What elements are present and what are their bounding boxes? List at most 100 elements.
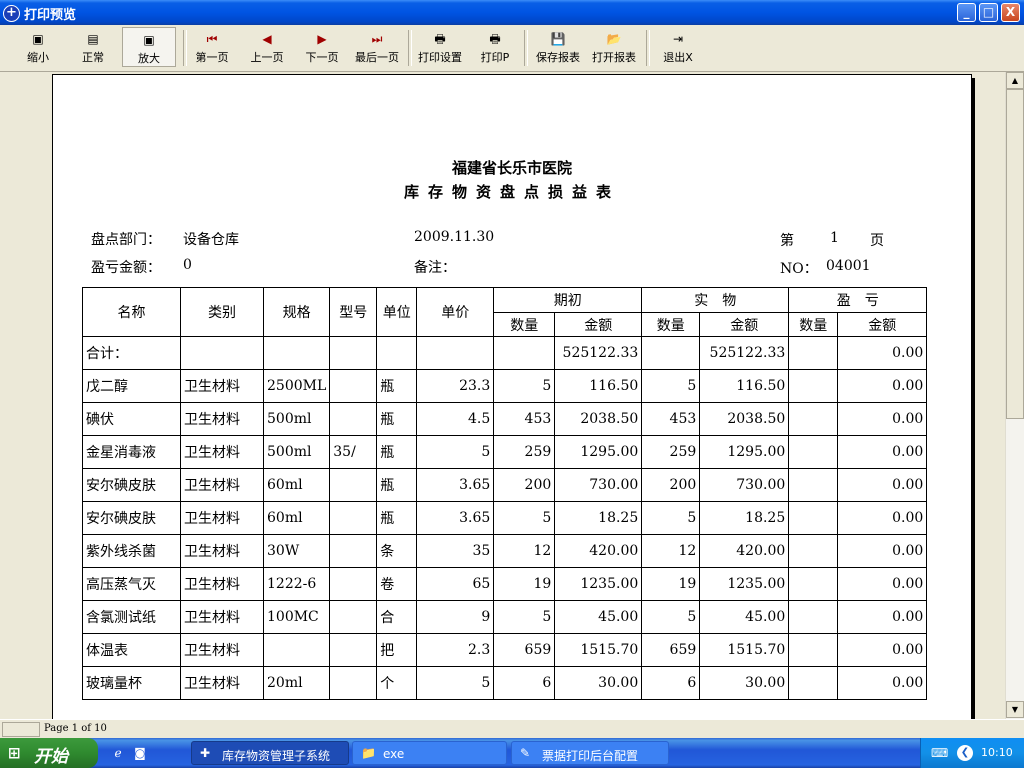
cell-model — [329, 468, 378, 502]
zoom-out-button[interactable]: ▣ 缩小 — [16, 27, 60, 67]
first-page-button[interactable]: ⏮ 第一页 — [190, 27, 234, 67]
toolbar-separator — [183, 30, 187, 66]
print-setup-button[interactable]: 🖶 打印设置 — [413, 27, 467, 67]
cell-actual-qty: 453 — [641, 402, 701, 436]
cell-actual-qty: 5 — [641, 600, 701, 634]
scroll-thumb[interactable] — [1006, 89, 1024, 419]
cell-model — [329, 501, 378, 535]
print-button[interactable]: 🖶 打印P — [474, 27, 516, 67]
cell-pl-qty — [788, 369, 839, 403]
cell-unit: 个 — [376, 666, 418, 700]
cell-opening-amount: 730.00 — [554, 468, 643, 502]
cell-spec: 20ml — [262, 666, 331, 700]
keyboard-icon[interactable]: ⌨ — [931, 746, 948, 760]
scroll-up-button[interactable]: ▲ — [1006, 72, 1024, 89]
page-shadow — [972, 78, 975, 719]
ie-icon[interactable]: ℯ — [110, 745, 126, 761]
cell-actual-amount: 1515.70 — [699, 633, 790, 667]
cell-actual-amount: 420.00 — [699, 534, 790, 568]
app-icon: + — [3, 5, 20, 22]
cell-opening-amount: 1235.00 — [554, 567, 643, 601]
last-page-button[interactable]: ⏭ 最后一页 — [350, 27, 404, 67]
cell-pl-amount: 0.00 — [837, 633, 928, 667]
cell-unit: 瓶 — [376, 369, 418, 403]
task-print-config[interactable]: ✎ 票据打印后台配置 — [511, 741, 669, 765]
save-icon: 💾 — [550, 32, 566, 46]
cell-opening-qty: 5 — [493, 369, 556, 403]
col-profit-loss: 盈 亏 — [788, 287, 928, 313]
zoom-in-button[interactable]: ▣ 放大 — [122, 27, 176, 67]
cell-actual-qty: 259 — [641, 435, 701, 469]
no-value: 04001 — [826, 258, 871, 274]
exit-button[interactable]: ⇥ 退出X — [656, 27, 700, 67]
cell-spec — [262, 336, 331, 370]
cell-unit: 瓶 — [376, 501, 418, 535]
title-bar: + 打印预览 _ □ X — [0, 0, 1024, 25]
cell-pl-amount: 0.00 — [837, 534, 928, 568]
start-label: 开始 — [34, 747, 68, 767]
maximize-button[interactable]: □ — [979, 3, 998, 22]
report-table-body: 合计： 525122.33 525122.33 0.00 戊二醇 卫生材料 2500ML 瓶 2… — [82, 336, 928, 700]
close-button[interactable]: X — [1001, 3, 1020, 22]
col-name: 名称 — [82, 287, 181, 337]
first-page-icon: ⏮ — [206, 32, 218, 46]
cell-model — [329, 369, 378, 403]
cell-pl-amount: 0.00 — [837, 600, 928, 634]
task-inventory-system[interactable]: ✚ 库存物资管理子系统 — [191, 741, 349, 765]
app-plus-icon: ✚ — [200, 746, 211, 760]
cell-spec — [262, 633, 331, 667]
desktop-icon[interactable]: ◙ — [132, 745, 148, 761]
normal-button[interactable]: ▤ 正常 — [70, 27, 116, 67]
cell-opening-qty: 5 — [493, 600, 556, 634]
cell-price — [416, 336, 495, 370]
cell-actual-amount: 1295.00 — [699, 435, 790, 469]
table-row: 安尔碘皮肤 卫生材料 60ml 瓶 3.65 200 730.00 200 730.00 0.00 — [82, 468, 928, 502]
col-opening-qty: 数量 — [493, 312, 556, 337]
cell-spec: 60ml — [262, 468, 331, 502]
next-page-button[interactable]: ▶ 下一页 — [300, 27, 344, 67]
cell-pl-qty — [788, 468, 839, 502]
cell-pl-qty — [788, 666, 839, 700]
note-label: 备注： — [414, 260, 456, 276]
cell-unit: 合 — [376, 600, 418, 634]
normal-label: 正常 — [82, 51, 104, 64]
cell-model — [329, 600, 378, 634]
cell-price: 4.5 — [416, 402, 495, 436]
cell-spec: 500ml — [262, 402, 331, 436]
cell-name: 碘伏 — [82, 402, 181, 436]
scroll-down-button[interactable]: ▼ — [1006, 701, 1024, 718]
cell-spec: 30W — [262, 534, 331, 568]
prev-page-button[interactable]: ◀ 上一页 — [245, 27, 289, 67]
page-number: 1 — [830, 230, 839, 246]
col-unit: 单位 — [376, 287, 418, 337]
cell-actual-amount: 30.00 — [699, 666, 790, 700]
vertical-scrollbar[interactable]: ▲ ▼ — [1005, 72, 1024, 719]
save-report-button[interactable]: 💾 保存报表 — [531, 27, 585, 67]
open-report-button[interactable]: 📂 打开报表 — [587, 27, 641, 67]
cell-opening-qty: 659 — [493, 633, 556, 667]
table-row: 碘伏 卫生材料 500ml 瓶 4.5 453 2038.50 453 2038.50 0.00 — [82, 402, 928, 436]
cell-category: 卫生材料 — [180, 501, 264, 535]
first-page-label: 第一页 — [195, 51, 229, 64]
cell-actual-amount: 116.50 — [699, 369, 790, 403]
cell-price: 9 — [416, 600, 495, 634]
language-icon[interactable]: ❮ — [957, 745, 973, 761]
report-title: 库存物资盘点损益表 — [403, 183, 620, 201]
table-row: 金星消毒液 卫生材料 500ml 35/瓶 5 259 1295.00 259 1295.00 0… — [82, 435, 928, 469]
minimize-button[interactable]: _ — [957, 3, 976, 22]
start-button[interactable]: ⊞ 开始 — [0, 738, 98, 768]
cell-opening-amount: 18.25 — [554, 501, 643, 535]
cell-opening-amount: 30.00 — [554, 666, 643, 700]
zoom-out-label: 缩小 — [27, 51, 49, 64]
table-row: 玻璃量杯 卫生材料 20ml 个 5 6 30.00 6 30.00 0.00 — [82, 666, 928, 700]
task-exe-folder[interactable]: 📁 exe — [352, 741, 507, 765]
cell-category: 卫生材料 — [180, 600, 264, 634]
zoom-out-icon: ▣ — [32, 32, 44, 46]
cell-pl-amount: 0.00 — [837, 402, 928, 436]
print-setup-label: 打印设置 — [418, 51, 462, 64]
cell-actual-amount: 525122.33 — [699, 336, 790, 370]
cell-pl-qty — [788, 600, 839, 634]
cell-category — [180, 336, 264, 370]
cell-pl-amount: 0.00 — [837, 567, 928, 601]
cell-category: 卫生材料 — [180, 435, 264, 469]
